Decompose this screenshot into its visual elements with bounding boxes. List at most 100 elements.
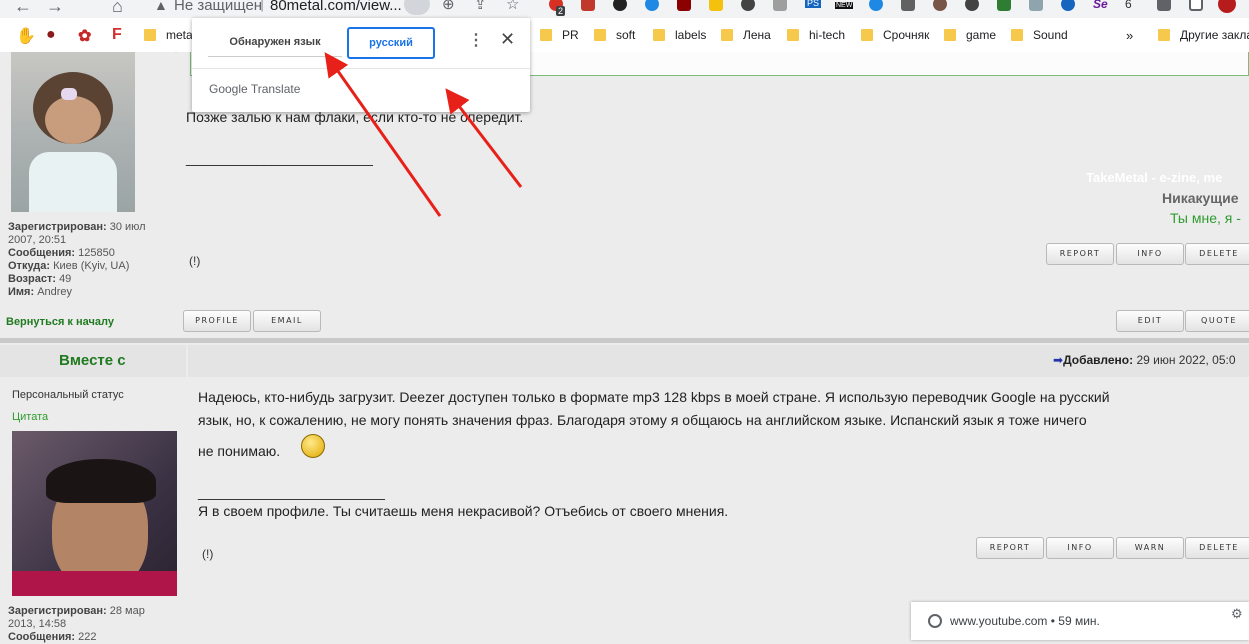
bookmark-metal[interactable]: metal [144, 28, 195, 42]
edit-button[interactable]: EDIT [1116, 310, 1184, 332]
extension-icon-5[interactable] [677, 0, 691, 11]
report-button[interactable]: REPORT [976, 537, 1044, 559]
extension-icon-14[interactable] [1061, 0, 1075, 11]
bookmark-hitech[interactable]: hi-tech [787, 28, 845, 42]
delete-button[interactable]: DELETE [1185, 243, 1249, 265]
folder-icon [594, 29, 606, 41]
extension-icon-13[interactable] [1029, 0, 1043, 11]
post2-avatar[interactable] [12, 431, 177, 596]
bookmark-pr[interactable]: PR [540, 28, 579, 42]
info-button[interactable]: INFO [1046, 537, 1114, 559]
extension-icon-2[interactable] [581, 0, 595, 11]
extension-icon-9[interactable] [869, 0, 883, 11]
share-icon[interactable]: ⇪ [474, 0, 487, 13]
info-button[interactable]: INFO [1116, 243, 1184, 265]
forward-arrow-icon[interactable]: → [46, 0, 64, 16]
post2-text-line2: язык, но, к сожалению, не могу понять зн… [198, 412, 1087, 428]
folder-icon [653, 29, 665, 41]
profile-avatar[interactable] [1218, 0, 1236, 13]
post1-name: Имя: Andrey [8, 286, 73, 298]
extension-icon-7[interactable] [741, 0, 755, 11]
warn-button[interactable]: WARN [1116, 537, 1184, 559]
extension-icon-10[interactable] [933, 0, 947, 11]
chrome-icon [928, 614, 942, 628]
side-panel-icon[interactable] [1189, 0, 1203, 11]
post1-registered: Зарегистрирован: 30 июл [8, 221, 146, 233]
youtube-notification[interactable]: www.youtube.com • 59 мин. ⚙ [911, 602, 1249, 640]
post2-report-flag[interactable]: (!) [202, 547, 213, 561]
report-button[interactable]: REPORT [1046, 243, 1114, 265]
security-label[interactable]: Не защищен [174, 0, 262, 14]
post2-quote-link[interactable]: Цитата [12, 411, 48, 423]
extension-icon-3[interactable] [613, 0, 627, 11]
google-translate-brand: Google Translate [209, 82, 301, 96]
profile-button[interactable]: PROFILE [183, 310, 251, 332]
notification-source: www.youtube.com • 59 мин. [950, 614, 1100, 628]
url-text[interactable]: 80metal.com/view... [270, 0, 402, 14]
bookmark-icon-3[interactable]: F [112, 26, 122, 44]
extension-ps-icon[interactable]: PS [805, 0, 822, 8]
delete-button[interactable]: DELETE [1185, 537, 1249, 559]
tab-detected-language[interactable]: Обнаружен язык [208, 28, 342, 57]
post1-signature-tymne: Ты мне, я - [1170, 210, 1241, 226]
bookmarks-overflow-icon[interactable]: » [1126, 28, 1133, 43]
extensions-puzzle-icon[interactable] [1157, 0, 1171, 11]
extension-icon-6[interactable] [709, 0, 723, 11]
post1-report-flag[interactable]: (!) [189, 254, 200, 268]
warning-icon[interactable]: ▲ [154, 0, 168, 13]
post2-messages: Сообщения: 222 [8, 631, 97, 643]
extension-icon-4[interactable] [645, 0, 659, 11]
address-bar[interactable]: ▲ Не защищен | 80metal.com/view... ⊕ ⇪ ☆ [142, 0, 526, 18]
folder-icon [944, 29, 956, 41]
post2-personal-status: Персональный статус [12, 389, 124, 401]
folder-icon [1158, 29, 1170, 41]
bookmark-soft[interactable]: soft [594, 28, 635, 42]
home-icon[interactable]: ⌂ [112, 0, 123, 16]
post1-age: Возраст: 49 [8, 273, 72, 285]
extension-icon-8[interactable] [773, 0, 787, 11]
back-to-top-link[interactable]: Вернуться к началу [6, 316, 114, 328]
address-separator: | [260, 0, 265, 12]
post2-author-name[interactable]: Вместе с [59, 352, 126, 369]
extension-se-icon[interactable]: Se [1093, 0, 1108, 11]
more-options-icon[interactable]: ⋮ [468, 30, 484, 50]
translate-popup: Обнаружен язык русский ⋮ ✕ Google Transl… [192, 18, 530, 112]
translate-page-icon[interactable] [404, 0, 430, 15]
bookmark-other[interactable]: Другие заклад [1158, 28, 1249, 42]
translate-divider [192, 68, 530, 69]
bookmark-srochnyak[interactable]: Срочняк [861, 28, 929, 42]
extension-6-icon[interactable]: 6 [1125, 0, 1132, 11]
bookmark-icon-1[interactable]: ● [46, 26, 56, 44]
folder-icon [144, 29, 156, 41]
tab-target-language[interactable]: русский [347, 27, 435, 59]
extension-icon-12[interactable] [997, 0, 1011, 11]
post1-registered-date: 2007, 20:51 [8, 234, 67, 246]
post1-from: Откуда: Киев (Kyiv, UA) [8, 260, 130, 272]
extension-new-icon[interactable]: NEW [835, 2, 854, 9]
bookmark-lena[interactable]: Лена [721, 28, 771, 42]
post-link-arrow-icon[interactable]: ➡ [1053, 353, 1063, 367]
extension-icon-11[interactable] [965, 0, 979, 11]
bookmark-sound[interactable]: Sound [1011, 28, 1068, 42]
back-arrow-icon[interactable]: ← [14, 0, 32, 16]
post1-avatar[interactable] [11, 52, 135, 212]
post2-text-line1: Надеюсь, кто-нибудь загрузит. Deezer дос… [198, 389, 1110, 405]
close-icon[interactable]: ✕ [500, 29, 515, 50]
folder-icon [1011, 29, 1023, 41]
post1-signature-takemetal: TakeMetal - e-zine, me [1086, 170, 1223, 185]
hand-icon[interactable]: ✋ [16, 26, 36, 46]
folder-icon [787, 29, 799, 41]
bookmark-icon-2[interactable]: ✿ [78, 26, 91, 46]
email-button[interactable]: EMAIL [253, 310, 321, 332]
bookmark-star-icon[interactable]: ☆ [506, 0, 519, 13]
post2-signature-text: Я в своем профиле. Ты считаешь меня некр… [198, 503, 729, 519]
quote-button[interactable]: QUOTE [1185, 310, 1249, 332]
download-icon[interactable] [901, 0, 915, 11]
zoom-icon[interactable]: ⊕ [442, 0, 455, 13]
post2-added: ➡Добавлено: 29 июн 2022, 05:0 [1053, 353, 1236, 367]
bookmark-labels[interactable]: labels [653, 28, 706, 42]
bookmarks-bar: ✋ ● ✿ F metal PR soft labels Лена hi-tec… [0, 18, 1249, 53]
bookmark-game[interactable]: game [944, 28, 996, 42]
gear-icon[interactable]: ⚙ [1231, 606, 1243, 622]
browser-toolbar: ← → ⌂ ▲ Не защищен | 80metal.com/view...… [0, 0, 1249, 18]
